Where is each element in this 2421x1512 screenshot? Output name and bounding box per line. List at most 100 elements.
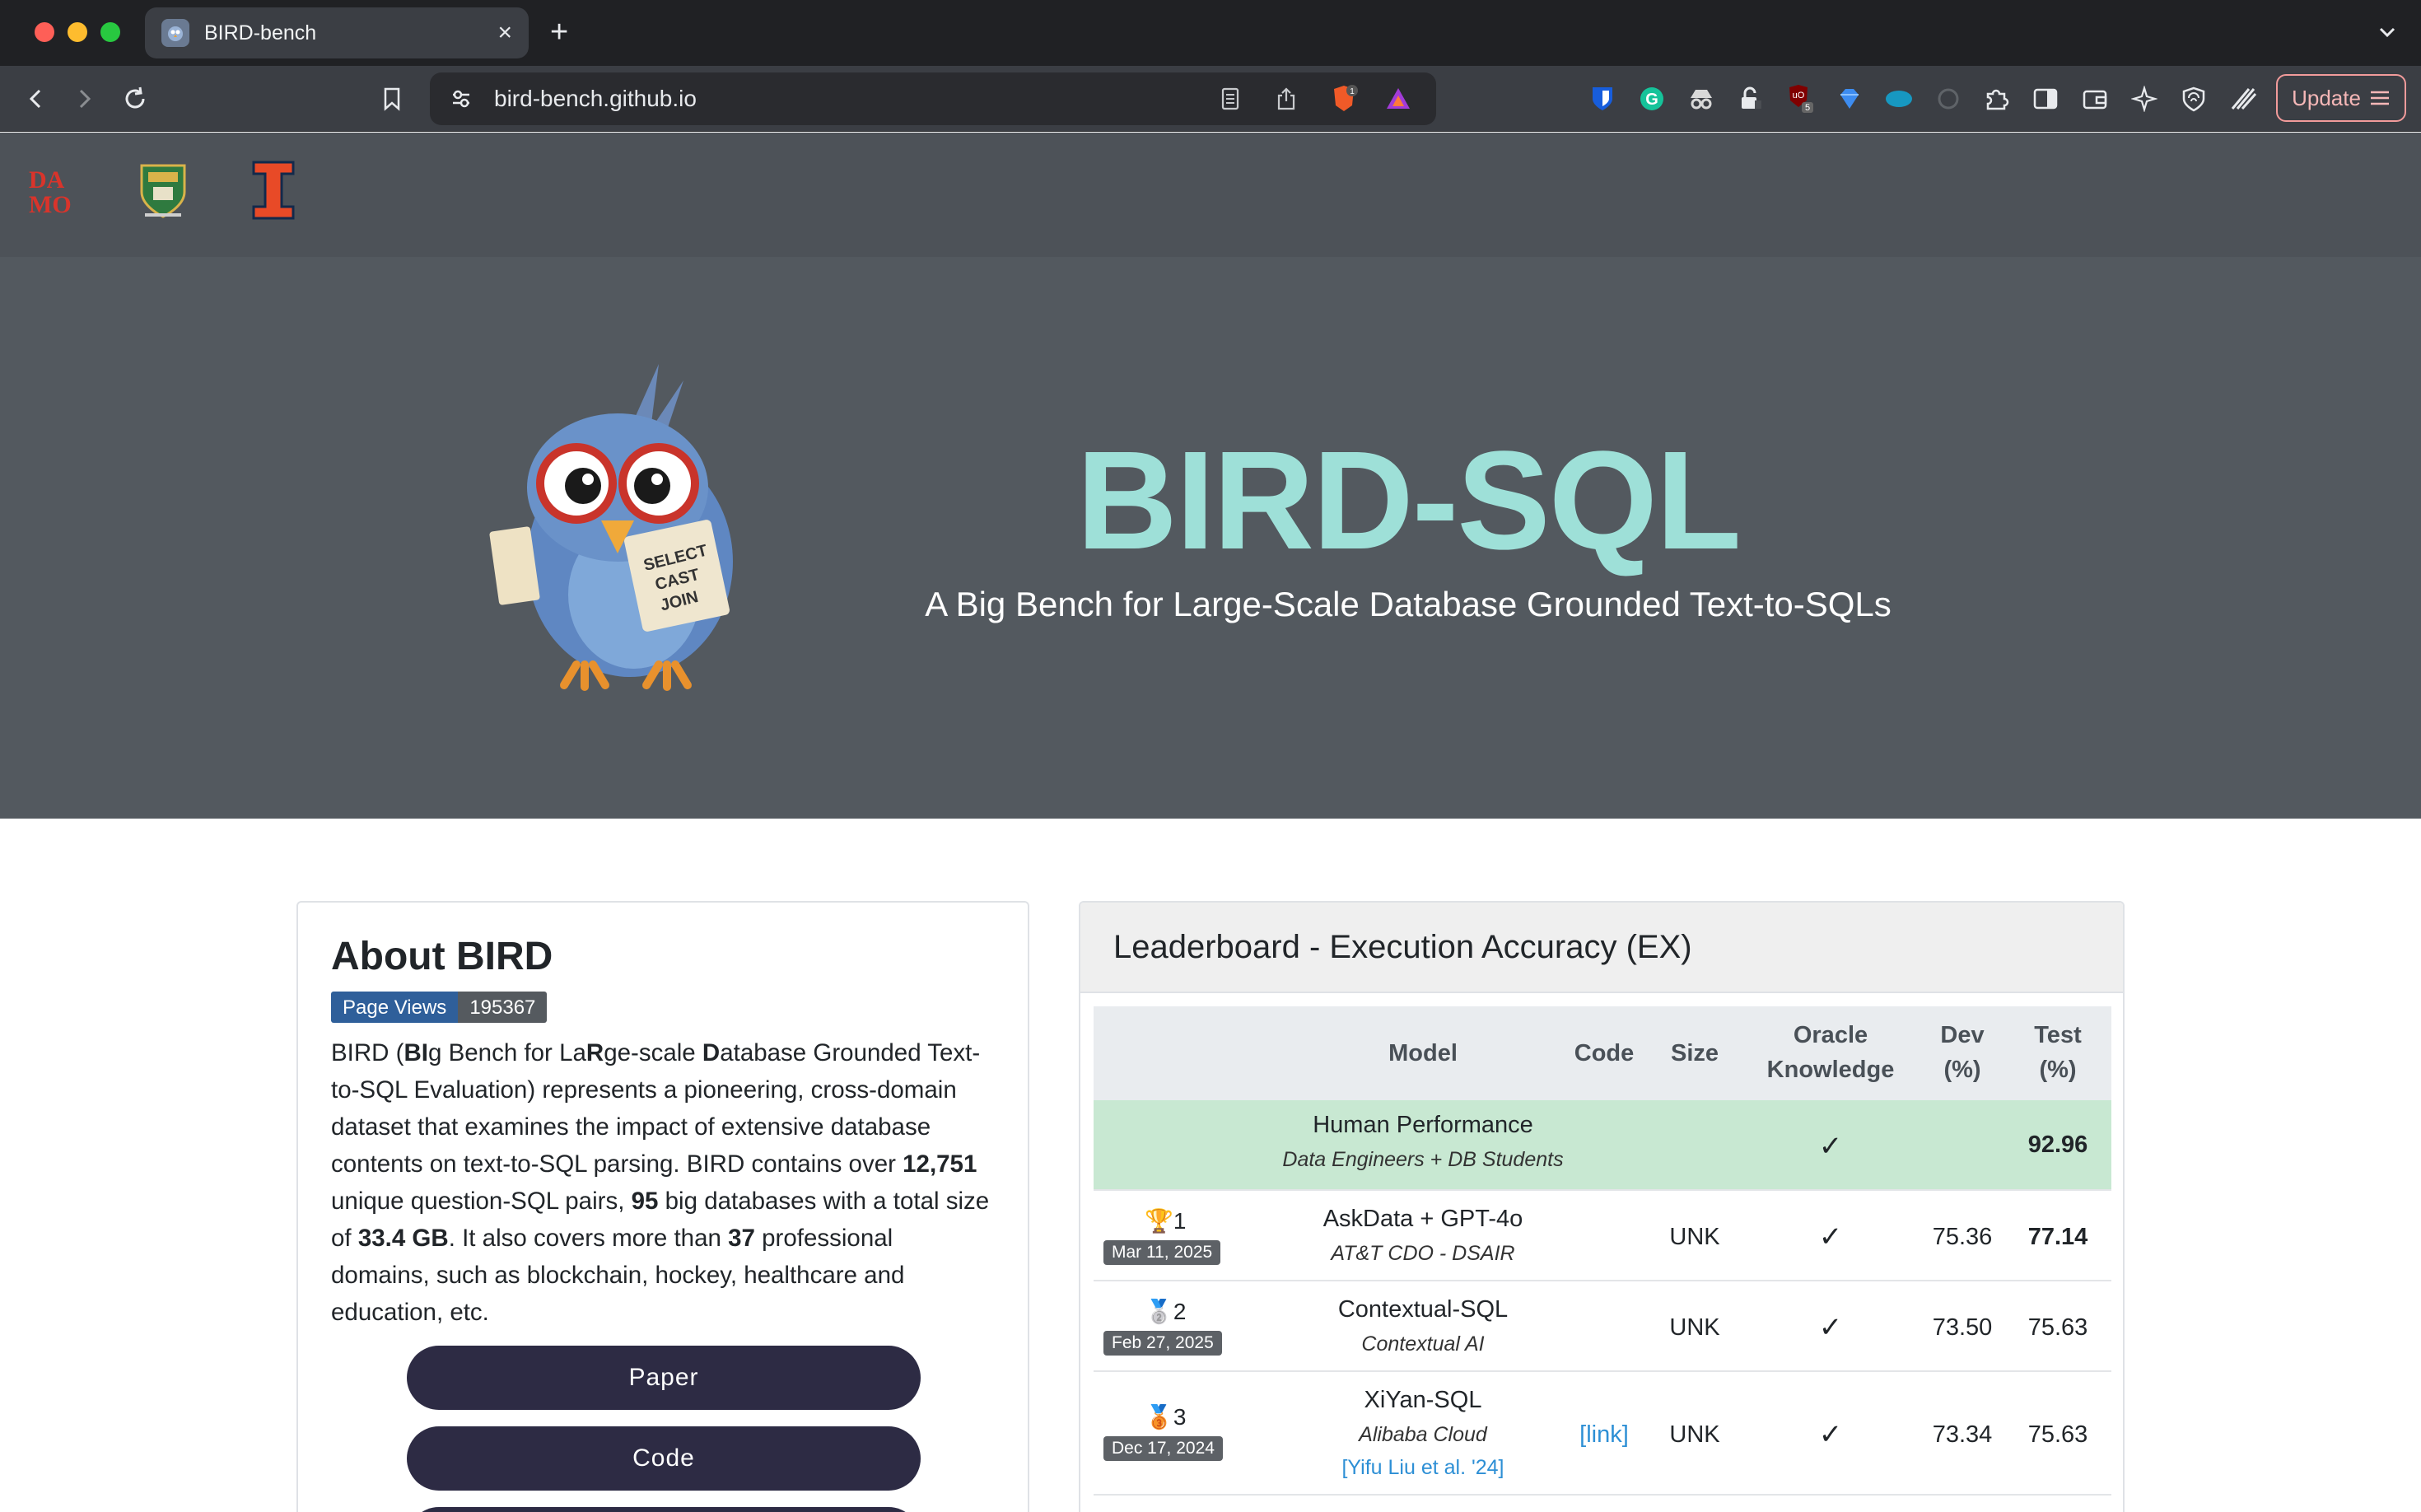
silver-medal-icon: 🥈 xyxy=(1145,1299,1173,1324)
test-score: 77.14 xyxy=(2027,1224,2088,1250)
model-name: AskData + GPT-4o xyxy=(1322,1206,1523,1232)
hamburger-menu-icon xyxy=(2370,91,2389,105)
bitwarden-icon[interactable] xyxy=(1586,82,1619,115)
column-oracle-knowledge[interactable]: Oracle Knowledge xyxy=(1752,1018,1909,1087)
disabled-extension-icon[interactable] xyxy=(1932,82,1965,115)
leo-ai-icon[interactable] xyxy=(2128,82,2161,115)
table-row-human: Human Performance Data Engineers + DB St… xyxy=(1094,1100,2111,1191)
date-badge: Mar 11, 2025 xyxy=(1103,1240,1221,1265)
back-icon[interactable] xyxy=(20,82,53,115)
model-size: UNK xyxy=(1669,1224,1720,1250)
minimize-window-button[interactable] xyxy=(68,22,87,42)
model-name: XiYan-SQL xyxy=(1364,1387,1482,1413)
new-tab-icon[interactable]: + xyxy=(550,16,568,48)
human-test: 92.96 xyxy=(2027,1132,2088,1158)
reader-mode-icon[interactable] xyxy=(1215,84,1245,114)
table-row: 🥈2 Feb 27, 2025 Contextual-SQL Contextua… xyxy=(1094,1281,2111,1372)
url-text: bird-bench.github.io xyxy=(494,86,697,111)
leaderboard-card: Leaderboard - Execution Accuracy (EX) Mo… xyxy=(1079,901,2125,1512)
about-card: About BIRD Page Views 195367 BIRD (BIg B… xyxy=(296,901,1029,1512)
about-description: BIRD (BIg Bench for LaRge-scale Database… xyxy=(331,1039,990,1326)
page-subtitle: A Big Bench for Large-Scale Database Gro… xyxy=(925,585,1892,623)
tab-close-icon[interactable]: × xyxy=(497,21,512,45)
incognito-extension-icon[interactable] xyxy=(1685,82,1718,115)
stripes-extension-icon[interactable] xyxy=(2227,82,2260,115)
code-link[interactable]: [link] xyxy=(1555,1421,1654,1449)
page-views-label: Page Views xyxy=(331,992,459,1023)
update-label: Update xyxy=(2292,85,2361,110)
model-org: AT&T CDO - DSAIR xyxy=(1331,1242,1515,1265)
browser-tabstrip: BIRD-bench × + xyxy=(0,0,2421,66)
brave-shields-icon[interactable]: 1 xyxy=(1329,84,1359,114)
date-badge: Feb 27, 2025 xyxy=(1103,1331,1222,1356)
browser-tab[interactable]: BIRD-bench × xyxy=(145,7,529,58)
grammarly-icon[interactable]: G xyxy=(1635,82,1668,115)
test-score: 75.63 xyxy=(2027,1314,2088,1341)
test-score: 75.63 xyxy=(2027,1421,2088,1448)
extensions-puzzle-icon[interactable] xyxy=(1980,82,2013,115)
svg-text:MO: MO xyxy=(29,191,72,218)
brave-rewards-icon[interactable] xyxy=(1383,84,1413,114)
dev-score: 73.50 xyxy=(1932,1314,1993,1341)
column-dev[interactable]: Dev (%) xyxy=(1917,1018,2008,1087)
chevron-down-icon[interactable] xyxy=(2377,21,2398,47)
illinois-logo[interactable] xyxy=(240,157,306,223)
dev-score: 73.34 xyxy=(1932,1421,1993,1448)
maximize-window-button[interactable] xyxy=(100,22,120,42)
dev-score: 75.36 xyxy=(1932,1224,1993,1250)
share-icon[interactable] xyxy=(1271,84,1301,114)
hku-crest-logo[interactable] xyxy=(130,157,196,223)
model-org: Contextual AI xyxy=(1361,1332,1485,1356)
oracle-check-icon: ✓ xyxy=(1818,1221,1843,1253)
svg-text:DA: DA xyxy=(29,166,65,194)
column-code[interactable]: Code xyxy=(1555,1036,1654,1071)
forward-icon[interactable] xyxy=(68,82,100,115)
trophy-icon: 🏆 xyxy=(1145,1208,1173,1234)
rank-3: 🥉3 xyxy=(1145,1404,1187,1430)
tab-title: BIRD-bench xyxy=(204,21,317,44)
svg-text:G: G xyxy=(1645,91,1658,109)
close-window-button[interactable] xyxy=(35,22,54,42)
bronze-medal-icon: 🥉 xyxy=(1145,1404,1173,1430)
table-header: Model Code Size Oracle Knowledge Dev (%) T… xyxy=(1094,1006,2111,1100)
bookmark-icon[interactable] xyxy=(376,82,408,115)
model-size: UNK xyxy=(1669,1421,1720,1448)
browser-toolbar: bird-bench.github.io 1 G uO 5 Update xyxy=(0,66,2421,132)
date-badge: Dec 17, 2024 xyxy=(1103,1436,1223,1461)
update-button[interactable]: Update xyxy=(2276,74,2406,122)
about-title: About BIRD xyxy=(331,935,553,978)
oracle-check-icon: ✓ xyxy=(1818,1312,1843,1343)
table-row: 🥉3 Dec 17, 2024 XiYan-SQL Alibaba Cloud … xyxy=(1094,1372,2111,1496)
leaderboard-title: Leaderboard - Execution Accuracy (EX) xyxy=(1113,929,1692,965)
rank-2: 🥈2 xyxy=(1145,1299,1187,1324)
damo-logo[interactable]: DA MO xyxy=(18,157,84,223)
human-org: Data Engineers + DB Students xyxy=(1282,1148,1564,1171)
logo-bar: DA MO xyxy=(0,133,2421,257)
more-button[interactable] xyxy=(407,1507,921,1512)
column-test[interactable]: Test (%) xyxy=(2013,1018,2103,1087)
leaderboard-header: Leaderboard - Execution Accuracy (EX) xyxy=(1080,903,2123,993)
sidebar-icon[interactable] xyxy=(2029,82,2062,115)
reload-icon[interactable] xyxy=(119,82,152,115)
diamond-extension-icon[interactable] xyxy=(1833,82,1866,115)
ublock-origin-icon[interactable]: uO 5 xyxy=(1784,82,1817,115)
vpn-shield-icon[interactable] xyxy=(2177,82,2210,115)
page-views-badge: Page Views 195367 xyxy=(331,992,548,1023)
column-model[interactable]: Model xyxy=(1308,1036,1538,1071)
salesforce-icon[interactable] xyxy=(1882,82,1915,115)
oracle-check-icon: ✓ xyxy=(1818,1419,1843,1450)
human-oracle-check-icon: ✓ xyxy=(1818,1131,1843,1162)
code-button[interactable]: Code xyxy=(407,1426,921,1491)
svg-text:uO: uO xyxy=(1793,91,1805,100)
human-name: Human Performance xyxy=(1313,1112,1533,1138)
site-settings-icon[interactable] xyxy=(446,84,476,114)
lock-extension-icon[interactable] xyxy=(1734,82,1767,115)
address-bar[interactable]: bird-bench.github.io 1 xyxy=(430,72,1436,125)
model-name: Contextual-SQL xyxy=(1337,1296,1509,1323)
page-views-count: 195367 xyxy=(458,992,548,1023)
paper-button[interactable]: Paper xyxy=(407,1346,921,1410)
column-size[interactable]: Size xyxy=(1654,1036,1736,1071)
paper-reference-link[interactable]: [Yifu Liu et al. '24] xyxy=(1291,1456,1555,1480)
shields-count: 1 xyxy=(1350,87,1355,96)
wallet-icon[interactable] xyxy=(2078,82,2111,115)
